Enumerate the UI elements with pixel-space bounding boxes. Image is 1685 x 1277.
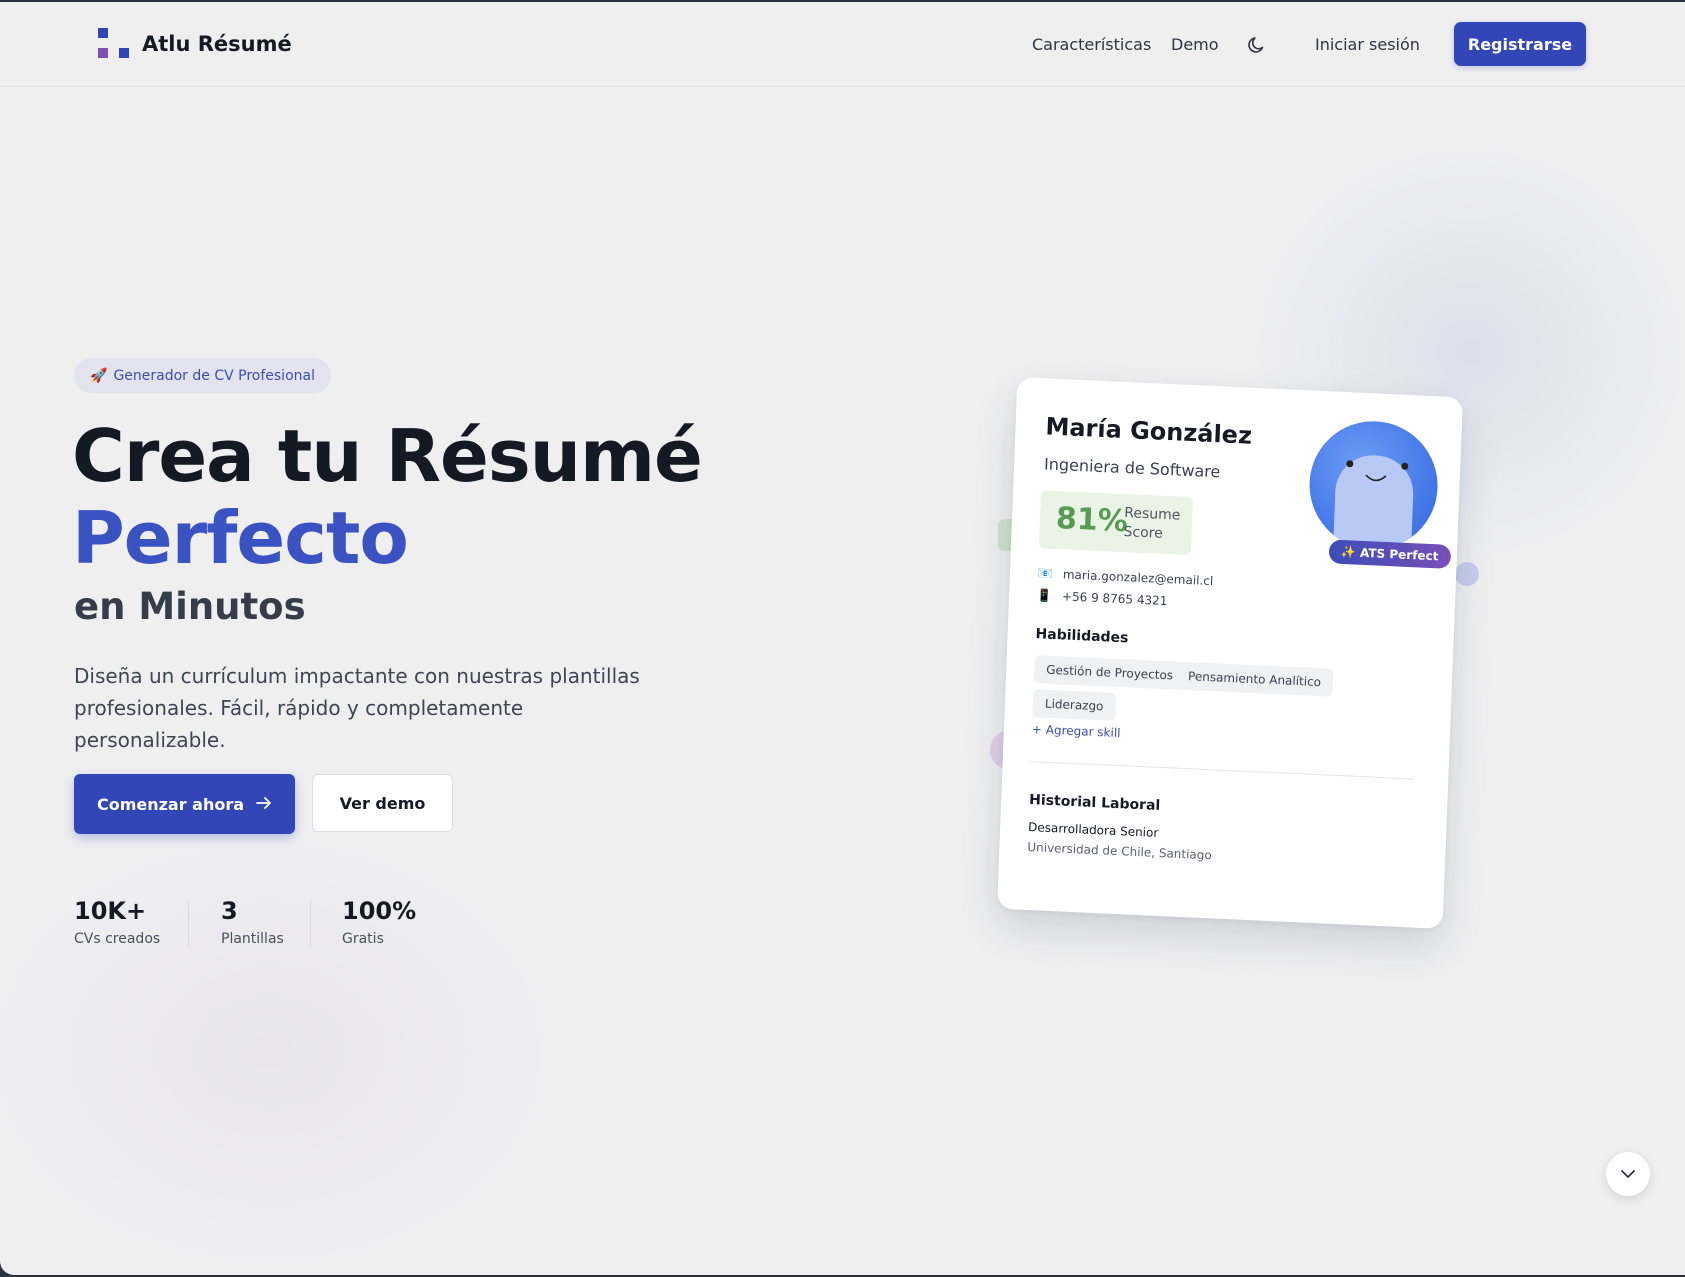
- resume-phone: 📱 +56 9 8765 4321: [1037, 588, 1168, 608]
- skills-heading: Habilidades: [1035, 626, 1129, 647]
- rocket-icon: 🚀: [90, 367, 108, 384]
- card-divider: [1030, 761, 1415, 780]
- ats-badge: ✨ ATS Perfect: [1328, 539, 1451, 569]
- start-now-label: Comenzar ahora: [96, 794, 245, 814]
- resume-preview-card: María González Ingeniera de Software 81%…: [997, 377, 1463, 929]
- add-skill-link[interactable]: + Agregar skill: [1032, 722, 1121, 740]
- start-now-button[interactable]: Comenzar ahora: [74, 774, 295, 834]
- nav-link-demo[interactable]: Demo: [1171, 35, 1219, 54]
- skill-chip[interactable]: Gestión de Proyectos: [1033, 655, 1186, 690]
- stat-free: 100% Gratis: [342, 897, 416, 947]
- phone-icon: 📱: [1036, 588, 1053, 603]
- signup-button[interactable]: Registrarse: [1454, 22, 1586, 66]
- decor-dot: [1455, 562, 1479, 586]
- resume-phone-text: +56 9 8765 4321: [1061, 589, 1168, 609]
- stat-value: 100%: [342, 897, 417, 925]
- login-link[interactable]: Iniciar sesión: [1315, 35, 1420, 54]
- email-icon: 📧: [1037, 566, 1054, 581]
- moon-icon[interactable]: [1247, 35, 1267, 55]
- resume-name: María González: [1045, 412, 1253, 450]
- landing-page: Atlu Résumé Características Demo Iniciar…: [0, 2, 1685, 1275]
- resume-score-box: 81% Resume Score: [1038, 490, 1193, 556]
- stat-templates: 3 Plantillas: [221, 897, 284, 947]
- stat-divider: [188, 900, 189, 948]
- work-history-heading: Historial Laboral: [1028, 792, 1161, 814]
- stat-label: Plantillas: [221, 931, 284, 947]
- skill-chip[interactable]: Liderazgo: [1032, 689, 1116, 721]
- scroll-down-button[interactable]: [1606, 1152, 1650, 1196]
- stat-label: CVs creados: [74, 931, 161, 947]
- logo-icon[interactable]: [98, 28, 132, 62]
- stat-value: 3: [221, 897, 238, 925]
- resume-card-surface: María González Ingeniera de Software 81%…: [997, 377, 1463, 929]
- top-nav: Atlu Résumé Características Demo Iniciar…: [0, 2, 1685, 87]
- hero-title-highlight: Perfecto: [72, 496, 409, 580]
- stat-cvs: 10K+ CVs creados: [74, 897, 160, 947]
- hero-title-line1: Crea tu Résumé: [72, 414, 703, 498]
- hero-badge: 🚀 Generador de CV Profesional: [74, 358, 331, 393]
- job-title: Desarrolladora Senior: [1027, 820, 1159, 840]
- resume-score-label: Resume Score: [1123, 505, 1181, 542]
- hero-description: Diseña un currículum impactante con nues…: [74, 664, 640, 752]
- resume-email: 📧 maria.gonzalez@email.cl: [1038, 566, 1214, 588]
- resume-email-text: maria.gonzalez@email.cl: [1062, 567, 1214, 589]
- brand-name[interactable]: Atlu Résumé: [142, 32, 292, 56]
- avatar-eye: [1401, 462, 1409, 470]
- avatar-smile: [1365, 474, 1387, 482]
- resume-role: Ingeniera de Software: [1043, 454, 1221, 482]
- nav-link-features[interactable]: Características: [1032, 35, 1151, 54]
- skill-chip[interactable]: Pensamiento Analítico: [1175, 661, 1334, 697]
- arrow-right-icon: [256, 795, 272, 814]
- avatar: [1307, 418, 1440, 553]
- view-demo-button[interactable]: Ver demo: [312, 774, 453, 832]
- job-organization: Universidad de Chile, Santiago: [1027, 840, 1213, 863]
- hero-badge-label: Generador de CV Profesional: [113, 367, 315, 384]
- stat-divider: [310, 900, 311, 948]
- resume-score-value: 81%: [1055, 500, 1129, 540]
- stat-value: 10K+: [74, 897, 147, 925]
- stat-label: Gratis: [342, 931, 384, 947]
- hero-subtitle: en Minutos: [74, 585, 306, 628]
- chevron-down-icon: [1621, 1170, 1635, 1178]
